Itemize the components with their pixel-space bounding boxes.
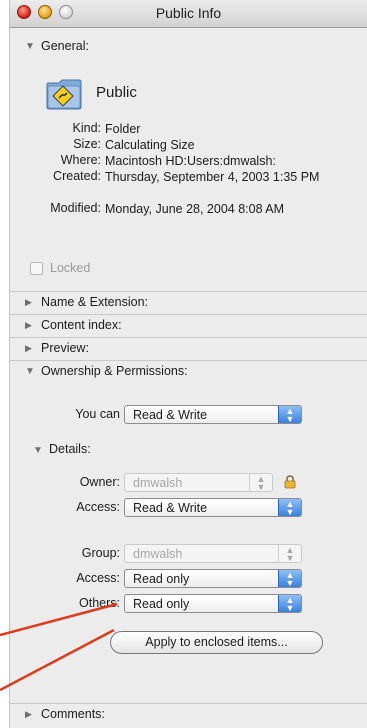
- annotation-line: [0, 628, 115, 692]
- annotation-lines: [0, 602, 118, 692]
- annotation-line: [0, 602, 118, 637]
